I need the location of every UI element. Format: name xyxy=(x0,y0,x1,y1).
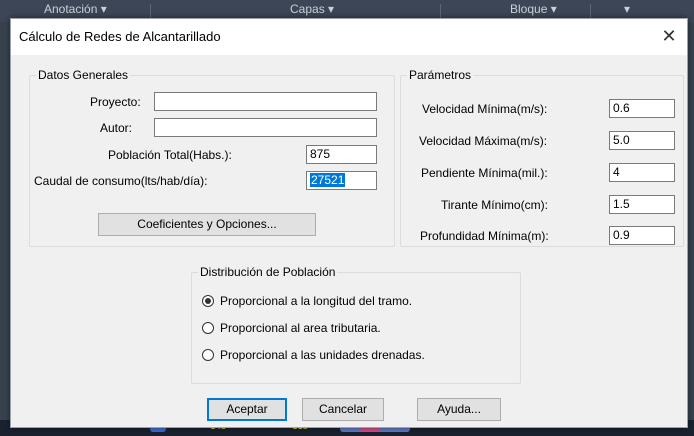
ayuda-button[interactable]: Ayuda... xyxy=(417,398,501,421)
menu-separator xyxy=(590,4,591,18)
vel-max-label: Velocidad Máxima(m/s): xyxy=(419,134,548,148)
dialog-title: Cálculo de Redes de Alcantarillado xyxy=(19,29,221,44)
menu-capas[interactable]: Capas ▾ xyxy=(290,2,334,16)
menu-separator xyxy=(440,4,441,18)
radio-label: Proporcional a las unidades drenadas. xyxy=(220,348,425,362)
autor-input[interactable] xyxy=(154,118,377,137)
caudal-input[interactable]: 27521 xyxy=(306,171,377,190)
poblacion-label: Población Total(Habs.): xyxy=(108,148,232,162)
caudal-value: 27521 xyxy=(310,173,346,187)
poblacion-input[interactable]: 875 xyxy=(306,145,377,164)
dialog-titlebar[interactable]: Cálculo de Redes de Alcantarillado ✕ xyxy=(11,19,687,55)
menu-bloque[interactable]: Bloque ▾ xyxy=(510,2,557,16)
radio-selected-icon[interactable] xyxy=(202,295,214,307)
coeficientes-button[interactable]: Coeficientes y Opciones... xyxy=(98,213,316,236)
autor-label: Autor: xyxy=(100,121,133,135)
prof-min-input[interactable]: 0.9 xyxy=(609,226,675,245)
background-left-edge xyxy=(0,22,10,436)
radio-label: Proporcional al area tributaria. xyxy=(220,321,381,335)
vel-min-label: Velocidad Mínima(m/s): xyxy=(422,102,548,116)
datos-generales-legend: Datos Generales xyxy=(36,68,131,82)
parametros-legend: Parámetros xyxy=(407,68,474,82)
tirante-input[interactable]: 1.5 xyxy=(609,195,675,214)
aceptar-button[interactable]: Aceptar xyxy=(207,398,287,421)
pend-min-label: Pendiente Mínima(mil.): xyxy=(421,166,548,180)
radio-label: Proporcional a la longitud del tramo. xyxy=(220,294,413,308)
menu-dropdown[interactable]: ▾ xyxy=(624,2,630,16)
proyecto-label: Proyecto: xyxy=(90,95,141,109)
menu-separator xyxy=(150,4,151,18)
vel-max-input[interactable]: 5.0 xyxy=(609,131,675,150)
prof-min-label: Profundidad Mínima(m): xyxy=(420,229,549,243)
distribucion-legend: Distribución de Población xyxy=(198,265,338,279)
radio-unselected-icon[interactable] xyxy=(202,322,214,334)
alcantarillado-dialog: Cálculo de Redes de Alcantarillado ✕ Dat… xyxy=(10,18,688,428)
menu-anotacion[interactable]: Anotación ▾ xyxy=(44,2,107,16)
caudal-label: Caudal de consumo(lts/hab/día): xyxy=(34,174,208,188)
close-icon[interactable]: ✕ xyxy=(655,23,683,49)
distribucion-group: Distribución de Población Proporcional a… xyxy=(191,265,521,384)
parametros-group: Parámetros Velocidad Mínima(m/s): 0.6 Ve… xyxy=(400,68,684,247)
pend-min-input[interactable]: 4 xyxy=(609,163,675,182)
tirante-label: Tirante Mínimo(cm): xyxy=(441,198,548,212)
cancelar-button[interactable]: Cancelar xyxy=(302,398,384,421)
radio-unselected-icon[interactable] xyxy=(202,349,214,361)
proyecto-input[interactable] xyxy=(154,92,377,111)
vel-min-input[interactable]: 0.6 xyxy=(609,99,675,118)
datos-generales-group: Datos Generales Proyecto: Autor: Poblaci… xyxy=(29,68,395,247)
